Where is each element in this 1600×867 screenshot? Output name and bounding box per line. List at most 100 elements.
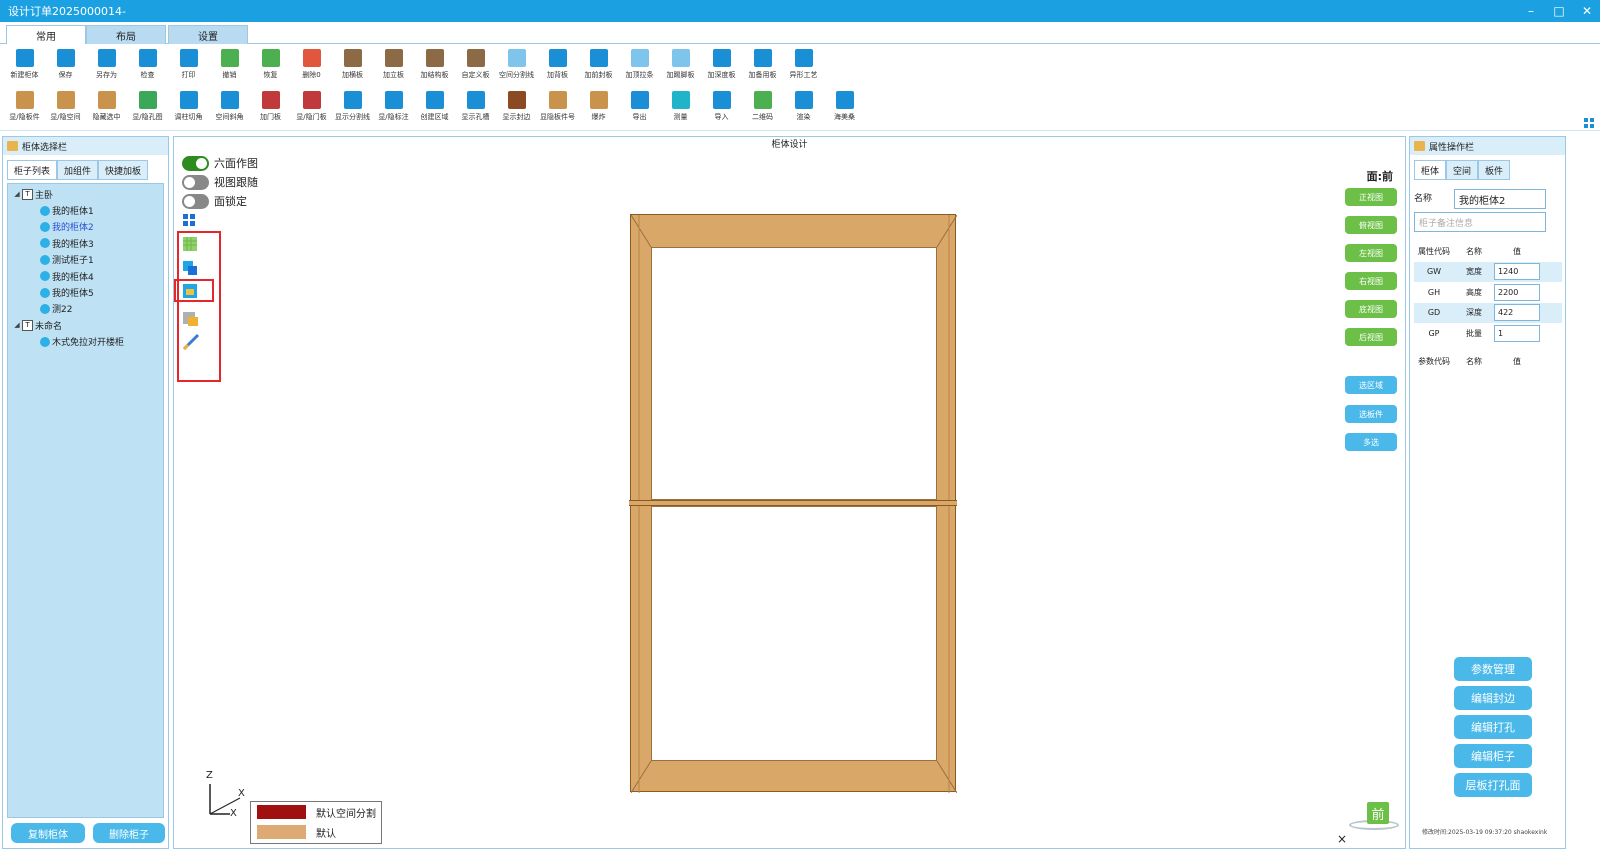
toolbar-button-show-divider[interactable]: 显示分割线 bbox=[332, 88, 373, 128]
minimize-button[interactable]: – bbox=[1524, 4, 1538, 18]
toolbar-button-save[interactable]: 保存 bbox=[45, 46, 86, 86]
toolbar-button-toggle-hole-map[interactable]: 显/隐孔图 bbox=[127, 88, 168, 128]
overlap-tool-icon[interactable] bbox=[183, 284, 199, 300]
toolbar-button-render[interactable]: 渲染 bbox=[783, 88, 824, 128]
tab-board[interactable]: 板件 bbox=[1478, 160, 1511, 180]
copy-cabinet-button[interactable]: 复制柜体 bbox=[11, 823, 85, 843]
canvas-close-icon[interactable]: × bbox=[1337, 832, 1347, 846]
tree-item[interactable]: 我的柜体4 bbox=[8, 268, 163, 284]
toolbar-button-import[interactable]: 导入 bbox=[701, 88, 742, 128]
toolbar-button-add-spare-board[interactable]: 加备用板 bbox=[742, 46, 783, 86]
expand-arrow-icon[interactable]: ◢ bbox=[12, 190, 22, 198]
view-cube-front[interactable]: 前 bbox=[1367, 802, 1389, 824]
front-view-button[interactable]: 正视图 bbox=[1345, 188, 1397, 206]
left-view-button[interactable]: 左视图 bbox=[1345, 244, 1397, 262]
close-button[interactable]: ✕ bbox=[1580, 4, 1594, 18]
attr-value-width[interactable]: 1240 bbox=[1494, 263, 1540, 281]
toolbar-button-special-shape[interactable]: 异形工艺 bbox=[783, 46, 824, 86]
tab-space[interactable]: 空间 bbox=[1446, 160, 1479, 180]
edit-cabinet-button[interactable]: 编辑柜子 bbox=[1454, 744, 1532, 768]
shelf-drilling-face-button[interactable]: 层板打孔面 bbox=[1454, 773, 1532, 797]
tab-cabinet-list[interactable]: 柜子列表 bbox=[7, 160, 58, 180]
top-view-button[interactable]: 俯视图 bbox=[1345, 216, 1397, 234]
tree-group[interactable]: ◢ T 主卧 bbox=[8, 186, 163, 202]
select-region-button[interactable]: 选区域 bbox=[1345, 376, 1397, 394]
tree-group[interactable]: ◢ T 未命名 bbox=[8, 317, 163, 333]
tab-common[interactable]: 常用 bbox=[6, 25, 86, 45]
multi-select-button[interactable]: 多选 bbox=[1345, 433, 1397, 451]
toolbar-button-toggle-door[interactable]: 显/隐门板 bbox=[291, 88, 332, 128]
toolbar-button-space-bevel[interactable]: 空间斜角 bbox=[209, 88, 250, 128]
tree-item[interactable]: 我的柜体5 bbox=[8, 284, 163, 300]
toolbar-button-redo[interactable]: 恢复 bbox=[250, 46, 291, 86]
name-field[interactable]: 我的柜体2 bbox=[1454, 189, 1546, 209]
face-lock-toggle-row[interactable]: 面锁定 bbox=[182, 193, 247, 209]
view-follow-toggle-row[interactable]: 视图跟随 bbox=[182, 174, 258, 190]
toolbar-button-add-horizontal-board[interactable]: 加横板 bbox=[332, 46, 373, 86]
toolbar-button-add-back-board[interactable]: 加背板 bbox=[537, 46, 578, 86]
delete-cabinet-button[interactable]: 删除柜子 bbox=[93, 823, 165, 843]
cabinet-front-view[interactable] bbox=[629, 214, 957, 793]
tree-item[interactable]: 测试柜子1 bbox=[8, 252, 163, 268]
lower-compartment[interactable] bbox=[651, 506, 937, 761]
toolbar-button-create-region[interactable]: 创建区域 bbox=[414, 88, 455, 128]
ruler-tool-icon[interactable] bbox=[182, 333, 200, 351]
design-canvas[interactable]: 柜体设计 六面作图 视图跟随 面锁定 面:前 正视图 俯视图 左视图 右视图 底… bbox=[173, 136, 1406, 849]
right-view-button[interactable]: 右视图 bbox=[1345, 272, 1397, 290]
tree-item[interactable]: 木式免拉对开楼柜 bbox=[8, 334, 163, 350]
face-lock-toggle[interactable] bbox=[182, 193, 209, 209]
param-manage-button[interactable]: 参数管理 bbox=[1454, 657, 1532, 681]
toolbar-button-delete[interactable]: 删除0 bbox=[291, 46, 332, 86]
six-face-toggle-row[interactable]: 六面作图 bbox=[182, 155, 258, 171]
toolbar-button-measure[interactable]: 测量 bbox=[660, 88, 701, 128]
attr-value-depth[interactable]: 422 bbox=[1494, 304, 1540, 322]
grid-tool-icon[interactable] bbox=[182, 213, 198, 229]
toolbar-button-add-kickboard[interactable]: 加踢脚板 bbox=[660, 46, 701, 86]
edit-edge-button[interactable]: 编辑封边 bbox=[1454, 686, 1532, 710]
toolbar-button-explode[interactable]: 爆炸 bbox=[578, 88, 619, 128]
note-field[interactable]: 柜子备注信息 bbox=[1414, 212, 1546, 232]
toolbar-button-add-structure-board[interactable]: 加结构板 bbox=[414, 46, 455, 86]
toolbar-button-haimeisang[interactable]: 海美桑 bbox=[824, 88, 865, 128]
attr-value-height[interactable]: 2200 bbox=[1494, 283, 1540, 301]
upper-compartment[interactable] bbox=[651, 247, 937, 500]
grid-view-icon[interactable] bbox=[1584, 118, 1594, 128]
stack-tool-icon[interactable] bbox=[182, 309, 198, 326]
back-view-button[interactable]: 后视图 bbox=[1345, 328, 1397, 346]
toolbar-button-save-as[interactable]: 另存为 bbox=[86, 46, 127, 86]
tab-layout[interactable]: 布局 bbox=[86, 25, 166, 44]
select-board-button[interactable]: 选板件 bbox=[1345, 405, 1397, 423]
toolbar-button-add-depth-board[interactable]: 加深度板 bbox=[701, 46, 742, 86]
toolbar-button-qr-code[interactable]: 二维码 bbox=[742, 88, 783, 128]
edit-drilling-button[interactable]: 编辑打孔 bbox=[1454, 715, 1532, 739]
toolbar-button-print[interactable]: 打印 bbox=[168, 46, 209, 86]
toolbar-button-hide-selected[interactable]: 隐藏选中 bbox=[86, 88, 127, 128]
layer-tool-icon[interactable] bbox=[183, 261, 199, 277]
toolbar-button-add-vertical-board[interactable]: 加立板 bbox=[373, 46, 414, 86]
tab-quick-add-board[interactable]: 快捷加板 bbox=[98, 160, 149, 180]
toolbar-button-add-front-panel[interactable]: 加前封板 bbox=[578, 46, 619, 86]
expand-arrow-icon[interactable]: ◢ bbox=[12, 321, 22, 329]
six-face-toggle[interactable] bbox=[182, 155, 209, 171]
tree-item[interactable]: 我的柜体2 bbox=[8, 219, 163, 235]
toolbar-button-toggle-boards[interactable]: 显/隐板件 bbox=[4, 88, 45, 128]
bottom-view-button[interactable]: 底视图 bbox=[1345, 300, 1397, 318]
view-follow-toggle[interactable] bbox=[182, 174, 209, 190]
tab-add-component[interactable]: 加组件 bbox=[57, 160, 99, 180]
toolbar-button-undo[interactable]: 撤销 bbox=[209, 46, 250, 86]
tab-settings[interactable]: 设置 bbox=[168, 25, 248, 44]
tree-item[interactable]: 我的柜体3 bbox=[8, 235, 163, 251]
toolbar-button-new-cabinet[interactable]: 新建柜体 bbox=[4, 46, 45, 86]
toolbar-button-check[interactable]: 检查 bbox=[127, 46, 168, 86]
tree-item[interactable]: 我的柜体1 bbox=[8, 202, 163, 218]
toolbar-button-toggle-space[interactable]: 显/隐空间 bbox=[45, 88, 86, 128]
toolbar-button-custom-board[interactable]: 自定义板 bbox=[455, 46, 496, 86]
toolbar-button-show-holes[interactable]: 显示孔槽 bbox=[455, 88, 496, 128]
toolbar-button-space-divider[interactable]: 空间分割线 bbox=[496, 46, 537, 86]
attr-value-quantity[interactable]: 1 bbox=[1494, 324, 1540, 342]
tree-item[interactable]: 测22 bbox=[8, 301, 163, 317]
toolbar-button-show-edge-banding[interactable]: 显示封边 bbox=[496, 88, 537, 128]
toolbar-button-column-corner[interactable]: 调柱切角 bbox=[168, 88, 209, 128]
maximize-button[interactable]: □ bbox=[1552, 4, 1566, 18]
toolbar-button-add-top-strip[interactable]: 加顶拉条 bbox=[619, 46, 660, 86]
